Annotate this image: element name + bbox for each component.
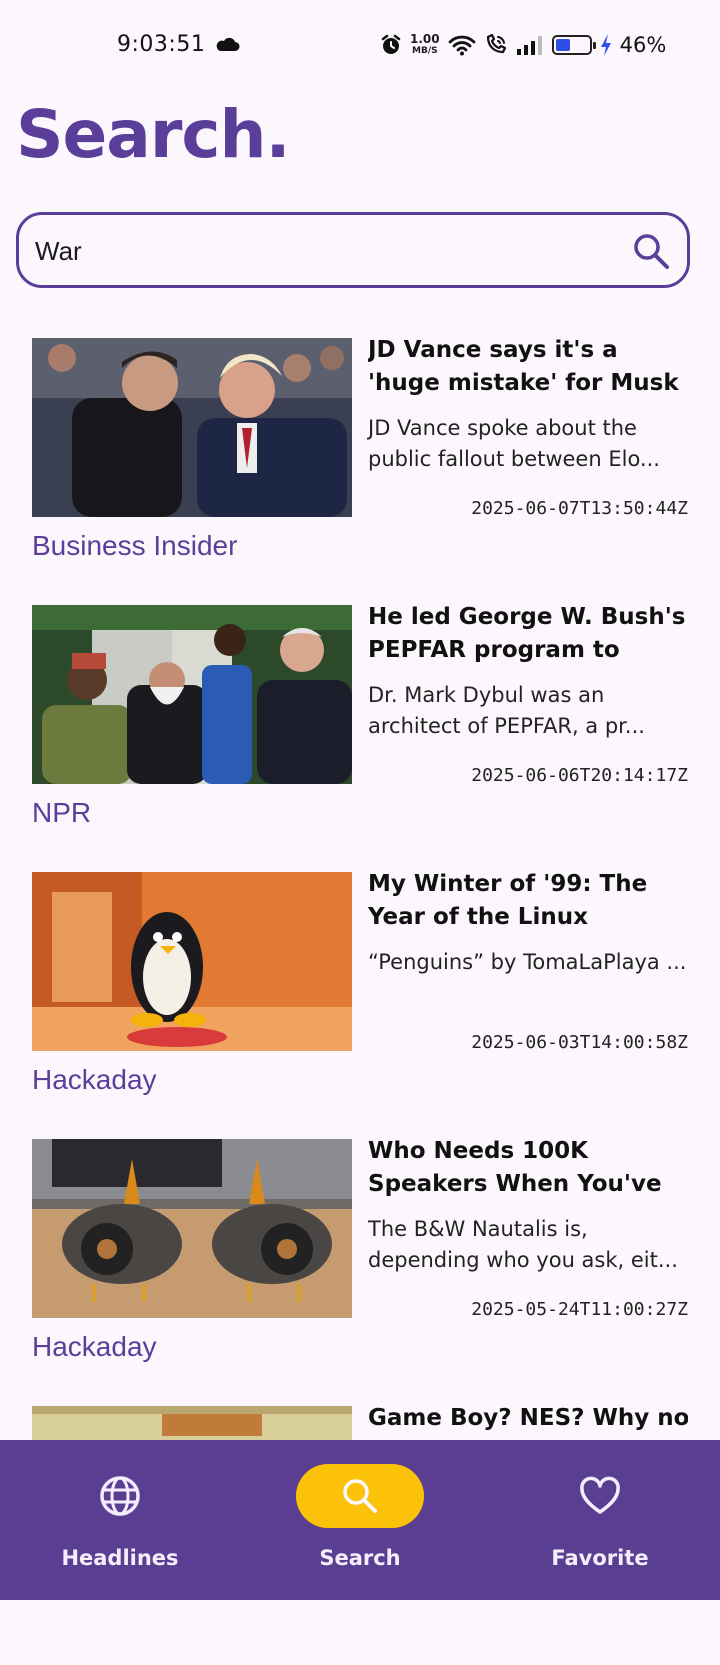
status-time: 9:03:51 (117, 32, 206, 57)
wifi-icon (448, 35, 476, 56)
cloud-icon (216, 37, 240, 51)
article-source: Business Insider (32, 530, 238, 561)
network-speed-value: 1.00 (410, 32, 440, 46)
article-description: “Penguins” by TomaLaPlaya ... (368, 950, 687, 974)
article-title[interactable]: He led George W. Bush's PEPFAR program t… (368, 601, 688, 667)
article-image (32, 605, 352, 784)
article-item[interactable]: He led George W. Bush's PEPFAR program t… (0, 597, 720, 864)
search-box[interactable] (16, 212, 690, 288)
nav-item-favorite[interactable]: Favorite (480, 1440, 720, 1600)
article-item[interactable]: JD Vance says it's a 'huge mistake' for … (0, 330, 720, 597)
nav-icon-container (56, 1464, 184, 1528)
article-description: The B&W Nautalis is, depending who you a… (368, 1217, 678, 1272)
article-source: NPR (32, 797, 92, 828)
article-item[interactable]: My Winter of '99: The Year of the Linux … (0, 864, 720, 1131)
article-source: Hackaday (32, 1331, 157, 1362)
page-title: Search. (16, 96, 291, 173)
nav-label-search: Search (319, 1546, 401, 1570)
nav-active-pill (296, 1464, 424, 1528)
article-description: JD Vance spoke about the public fallout … (368, 416, 660, 471)
article-description: Dr. Mark Dybul was an architect of PEPFA… (368, 683, 645, 738)
charging-bolt-icon (600, 34, 611, 56)
battery-level (555, 39, 571, 51)
nav-label-headlines: Headlines (61, 1546, 179, 1570)
nav-label-favorite: Favorite (551, 1546, 649, 1570)
search-icon (343, 1479, 377, 1513)
article-title[interactable]: My Winter of '99: The Year of the Linux … (368, 868, 688, 934)
battery-icon (551, 35, 596, 55)
article-image (32, 1139, 352, 1318)
article-item[interactable]: Who Needs 100K Speakers When You've G...… (0, 1131, 720, 1398)
status-bar: 9:03:51 1.00 MB/S 46% (0, 0, 720, 90)
status-icons: 1.00 MB/S 46% (380, 30, 666, 60)
article-title[interactable]: Game Boy? NES? Why not (368, 1402, 688, 1435)
nav-item-headlines[interactable]: Headlines (0, 1440, 240, 1600)
signal-icon (516, 36, 542, 55)
wifi-calling-icon (486, 34, 506, 54)
article-date: 2025-06-07T13:50:44Z (471, 498, 688, 519)
search-input[interactable] (33, 215, 617, 287)
network-speed-unit: MB/S (412, 46, 438, 56)
alarm-icon (381, 34, 401, 54)
nav-icon-container (536, 1464, 664, 1528)
globe-icon (100, 1476, 140, 1516)
article-title-text[interactable]: My Winter of '99: The Year of the Linux … (368, 868, 688, 934)
article-title-text[interactable]: He led George W. Bush's PEPFAR program t… (368, 601, 688, 667)
article-image (32, 872, 352, 1051)
article-title-text[interactable]: Who Needs 100K Speakers When You've G... (368, 1135, 688, 1201)
heart-icon (580, 1476, 620, 1514)
article-date: 2025-06-03T14:00:58Z (471, 1032, 688, 1053)
bottom-nav: Headlines Search Favorite (0, 1440, 720, 1600)
article-title[interactable]: Who Needs 100K Speakers When You've G... (368, 1135, 688, 1201)
search-icon[interactable] (631, 231, 671, 271)
article-image (32, 338, 352, 517)
article-source: Hackaday (32, 1064, 157, 1095)
network-speed: 1.00 MB/S (410, 33, 440, 57)
battery-percent: 46% (619, 33, 667, 57)
nav-item-search[interactable]: Search (240, 1440, 480, 1600)
article-title-text[interactable]: JD Vance says it's a 'huge mistake' for … (368, 334, 688, 400)
article-title[interactable]: JD Vance says it's a 'huge mistake' for … (368, 334, 688, 400)
article-date: 2025-05-24T11:00:27Z (471, 1299, 688, 1320)
article-date: 2025-06-06T20:14:17Z (471, 765, 688, 786)
